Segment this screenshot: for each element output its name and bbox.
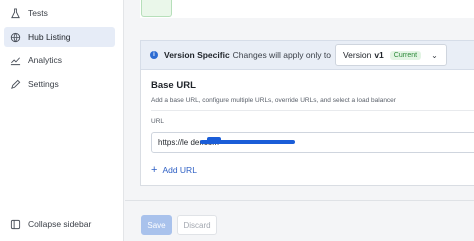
status-panel bbox=[141, 0, 172, 17]
footer-divider bbox=[125, 200, 474, 201]
current-badge: Current bbox=[389, 50, 422, 60]
sidebar-item-hub-listing[interactable]: Hub Listing bbox=[4, 27, 115, 47]
add-url-label: Add URL bbox=[162, 165, 197, 175]
save-button[interactable]: Save bbox=[141, 215, 172, 235]
sidebar-item-label: Hub Listing bbox=[28, 32, 71, 42]
version-select[interactable]: Version v1 Current ⌄ bbox=[334, 44, 447, 66]
discard-button[interactable]: Discard bbox=[177, 215, 217, 235]
sidebar-item-analytics[interactable]: Analytics bbox=[4, 50, 115, 70]
version-select-prefix: Version bbox=[342, 50, 372, 60]
plus-icon: + bbox=[151, 164, 158, 176]
version-specific-label: Version Specific bbox=[164, 50, 230, 60]
globe-icon bbox=[9, 31, 21, 43]
divider bbox=[151, 110, 474, 111]
url-field-label: URL bbox=[151, 118, 165, 125]
sidebar-item-tests[interactable]: Tests bbox=[4, 3, 115, 23]
redaction-mark bbox=[200, 140, 295, 144]
chart-line-icon bbox=[9, 54, 21, 66]
previous-section-panel bbox=[140, 0, 474, 18]
version-specific-banner: i Version Specific Changes will apply on… bbox=[140, 40, 474, 70]
chevron-down-icon: ⌄ bbox=[431, 50, 438, 60]
version-select-value: v1 bbox=[374, 50, 384, 60]
collapse-sidebar-label: Collapse sidebar bbox=[28, 219, 92, 229]
sidebar-item-label: Settings bbox=[28, 79, 59, 89]
version-specific-text: Changes will apply only to bbox=[232, 50, 331, 60]
add-url-button[interactable]: + Add URL bbox=[151, 164, 197, 176]
sidebar-item-label: Tests bbox=[28, 8, 48, 18]
sidebar: Tests Hub Listing Analytics Settings Col… bbox=[0, 0, 124, 241]
collapse-sidebar-button[interactable]: Collapse sidebar bbox=[9, 218, 91, 230]
flask-icon bbox=[9, 7, 21, 19]
base-url-description: Add a base URL, configure multiple URLs,… bbox=[151, 97, 396, 104]
main-content: i Version Specific Changes will apply on… bbox=[125, 0, 474, 241]
base-url-card: Base URL Add a base URL, configure multi… bbox=[140, 70, 474, 186]
sidebar-item-settings[interactable]: Settings bbox=[4, 74, 115, 94]
pencil-icon bbox=[9, 78, 21, 90]
base-url-title: Base URL bbox=[151, 80, 196, 91]
sidebar-item-label: Analytics bbox=[28, 55, 63, 65]
collapse-sidebar-icon bbox=[9, 218, 21, 230]
info-icon: i bbox=[150, 51, 158, 59]
